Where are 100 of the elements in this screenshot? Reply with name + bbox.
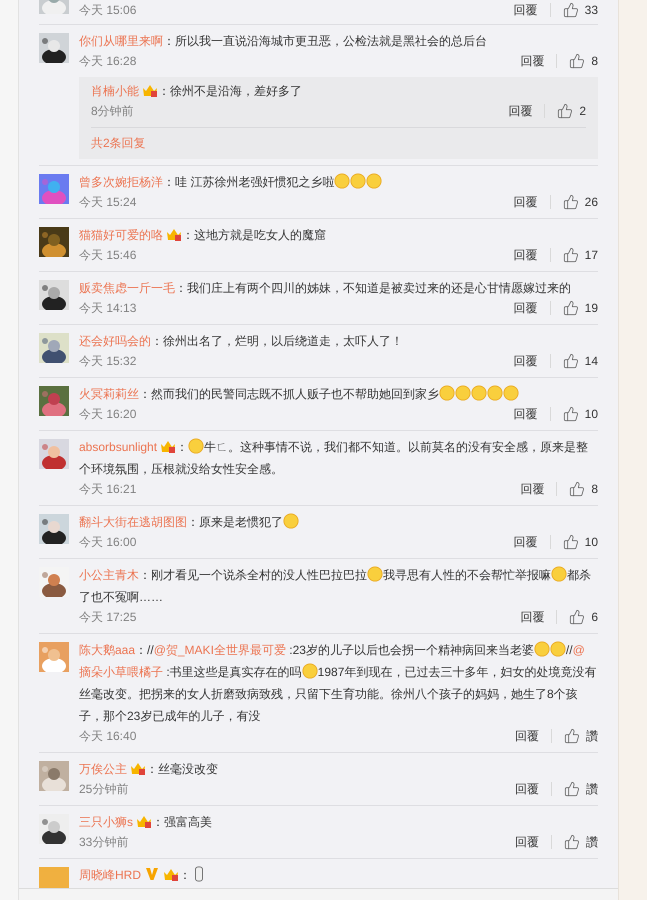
reply-link[interactable]: 回覆 [520,482,558,496]
reply-link[interactable]: 回覆 [515,835,552,849]
thumbs-up-icon [562,300,579,316]
comment-time: 今天 16:28 [79,52,138,70]
reply-link[interactable]: 回覆 [520,54,558,68]
like-button[interactable]: 讚 [552,780,598,798]
comment-text: // [566,643,573,657]
emoji-icon [283,513,299,529]
thumbs-up-icon [562,247,579,263]
like-button[interactable]: 26 [550,194,598,210]
thumbs-up-icon [557,103,574,119]
reply-link[interactable]: 回覆 [514,3,551,17]
comment-text: ：强富高美 [152,815,212,829]
comment-text: 子，那个23岁已成年的儿子，有没 [79,709,260,723]
like-button[interactable]: 33 [550,2,598,18]
thumbs-up-icon [564,834,580,850]
comment-time: 今天 17:25 [79,608,138,626]
thumbs-up-icon [569,53,586,69]
comment-text: 都杀 [567,568,591,582]
like-button[interactable]: 14 [550,353,598,369]
comment-text: 丝毫改变。把拐来的女人折磨致病致残，只留下生育功能。徐州八个孩子的妈妈，她生了8个孩 [79,687,578,701]
comment-time: 今天 15:24 [79,194,138,210]
reply-link[interactable]: 回覆 [514,535,551,549]
thumbs-up-icon [564,728,580,744]
reply-link[interactable]: 回覆 [508,104,546,118]
crown-icon [163,867,179,881]
thumbs-up-icon [569,609,586,625]
like-button[interactable]: 8 [557,481,598,497]
comment-time: 今天 15:32 [79,352,138,370]
crown-icon [136,814,152,828]
like-button[interactable]: 17 [550,247,598,263]
emoji-icon [366,173,382,189]
reply-link[interactable]: 回覆 [520,610,558,624]
like-button[interactable]: 讚 [552,728,598,744]
comment-time: 今天 15:46 [79,246,138,264]
reply-link[interactable]: 回覆 [514,195,551,209]
reply-link[interactable]: 回覆 [514,248,551,262]
like-button[interactable]: 6 [557,609,598,625]
comment-text: 了也不冤啊…… [79,590,163,604]
comment-text: 1987年到现在，已过去三十多年，妇女的处境竟没有 [318,665,596,679]
thumbs-up-icon [562,534,579,550]
emoji-icon [487,385,503,401]
crown-icon [166,227,182,241]
reply-link[interactable]: 回覆 [514,407,551,421]
emoji-icon [551,566,567,582]
comment-text: ：丝毫没改变 [146,762,218,776]
comment-text: ：我们庄上有两个四川的姊妹，不知道是被卖过来的还是心甘情愿嫁过来的 [175,281,571,295]
comment-text: ： [179,868,191,882]
comment-text: ：这地方就是吃女人的魔窟 [182,228,326,242]
like-button[interactable]: 8 [557,53,598,69]
comment-text: ：// [135,643,154,657]
comment-time: 今天 16:21 [79,480,138,498]
reply-link[interactable]: 回覆 [515,782,552,796]
comment-text: ： [176,440,188,454]
comment-text: 牛ㄈ。这种事情不说，我们都不知道。以前莫名的没有安全感，原来是整 [204,440,588,454]
reply-link[interactable]: 回覆 [514,301,551,315]
comment-text: ：徐州出名了，烂明，以后绕道走，太吓人了！ [151,334,403,348]
thumbs-up-icon [562,406,579,422]
verified-icon [144,867,160,881]
comment-text: :书里这些是真实存在的吗 [165,665,302,679]
comment-text: ：刚才看见一个说杀全村的没人性巴拉巴拉 [139,568,367,582]
crown-icon [160,439,176,453]
thumbs-up-icon [562,194,579,210]
like-button[interactable]: 2 [545,103,586,119]
comment-time: 33分钟前 [79,834,130,850]
emoji-icon [503,385,519,401]
like-button[interactable]: 10 [550,406,598,422]
comment-time: 今天 16:40 [79,728,138,744]
comment-time: 今天 14:13 [79,300,138,316]
thumbs-up-icon [569,481,586,497]
comment-text: ：然而我们的民警同志既不抓人贩子也不帮助她回到家乡 [139,387,439,401]
like-button[interactable]: 讚 [552,834,598,850]
like-button[interactable]: 10 [550,534,598,550]
comment-time: 今天 15:06 [79,2,138,18]
emoji-icon [302,663,318,679]
emoji-icon [455,385,471,401]
thumbs-up-icon [562,2,579,18]
crown-icon [130,761,146,775]
comment-time: 25分钟前 [79,780,130,798]
comment-text: 个环境氛围，压根就没给女性安全感。 [79,462,283,476]
thumbs-up-icon [564,781,580,797]
comment-text: ：原来是老惯犯了 [187,515,283,529]
emoji-icon [550,641,566,657]
comment-text: ：徐州不是沿海，差好多了 [158,84,302,98]
comment-time: 今天 16:00 [79,534,138,550]
comment-text: :23岁的儿子以后也会拐一个精神病回来当老婆 [288,643,534,657]
like-button[interactable]: 19 [550,300,598,316]
thumbs-up-icon [562,353,579,369]
comment-text: ：所以我一直说沿海城市更丑恶，公检法就是黑社会的总后台 [163,34,487,48]
crown-icon [142,83,158,97]
reply-link[interactable]: 回覆 [515,729,552,743]
emoji-icon [439,385,455,401]
emoji-icon [534,641,550,657]
emoji-icon [471,385,487,401]
emoji-icon [350,173,366,189]
emoji-icon [367,566,383,582]
reply-link[interactable]: 回覆 [514,354,551,368]
emoji-icon [188,438,204,454]
emoji-icon [334,173,350,189]
comment-text: ：哇 江苏徐州老强奸惯犯之乡啦 [163,175,334,189]
